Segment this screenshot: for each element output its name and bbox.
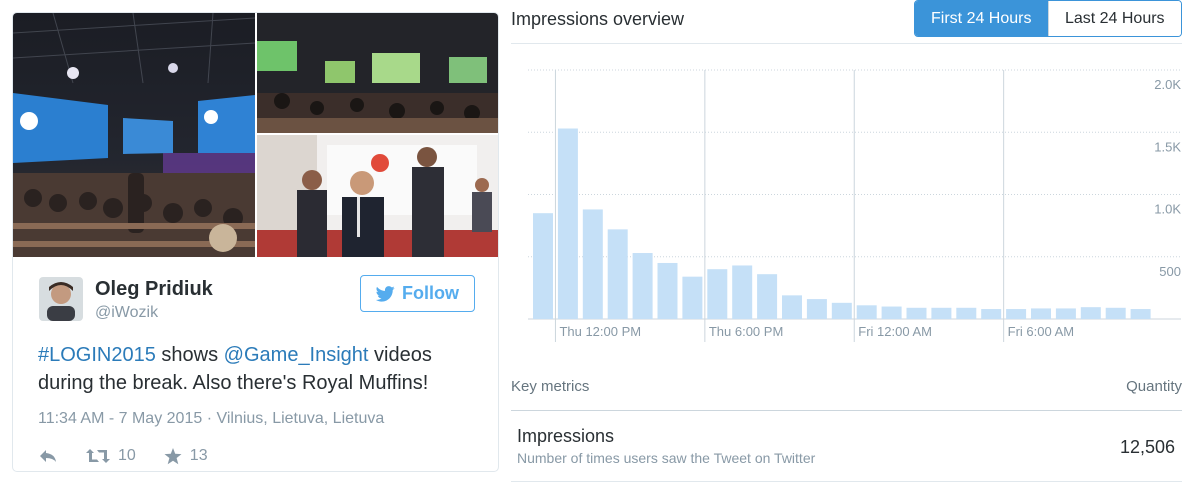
x-tick-label: Thu 12:00 PM (559, 324, 641, 339)
tweet-text: #LOGIN2015 shows @Game_Insight videos du… (38, 341, 478, 397)
photo-grid (13, 13, 498, 257)
impressions-bar (856, 305, 877, 319)
impressions-bar (881, 306, 902, 319)
impressions-bar (632, 253, 653, 319)
impressions-bar (732, 265, 753, 319)
retweet-icon (86, 449, 110, 463)
tweet-timestamp-location[interactable]: 11:34 AM - 7 May 2015 · Vilnius, Lietuva… (38, 410, 384, 428)
metric-impressions-value: 12,506 (1119, 437, 1175, 457)
user-handle[interactable]: @iWozik (95, 304, 158, 322)
impressions-bar (707, 269, 728, 319)
impressions-bar (1105, 307, 1126, 319)
x-tick-label: Fri 6:00 AM (1008, 324, 1074, 339)
impressions-bar (1006, 309, 1027, 319)
impressions-bar (582, 209, 603, 319)
key-metrics-label: Key metrics (511, 378, 590, 395)
impressions-bar (981, 309, 1002, 319)
metric-impressions-description: Number of times users saw the Tweet on T… (517, 450, 816, 466)
quantity-label: Quantity (1126, 378, 1182, 395)
user-avatar[interactable] (39, 277, 83, 321)
follow-label: Follow (402, 283, 459, 303)
time-range-toggle: First 24 Hours Last 24 Hours (914, 0, 1182, 37)
reply-button[interactable] (38, 448, 58, 464)
twitter-bird-icon (376, 285, 395, 302)
tweet-actions: 10 13 (38, 445, 236, 467)
tweet-card: Oleg Pridiuk @iWozik Follow #LOGIN2015 s… (12, 12, 499, 472)
screens-photo[interactable] (257, 13, 498, 133)
conference-hall-photo[interactable] (13, 13, 255, 257)
impressions-bar (806, 299, 827, 319)
impressions-bar (1130, 309, 1151, 319)
hashtag-link[interactable]: #LOGIN2015 (38, 344, 156, 366)
impressions-bar (533, 213, 553, 319)
tweet-text-part: shows (155, 344, 224, 366)
follow-button[interactable]: Follow (360, 275, 475, 312)
impressions-bar (607, 229, 628, 319)
y-tick-label: 2.0K (1154, 77, 1181, 92)
attendees-photo[interactable] (257, 135, 498, 257)
impressions-bar (931, 307, 952, 319)
impressions-overview-title: Impressions overview (511, 9, 685, 29)
retweet-button[interactable]: 10 (86, 447, 136, 465)
impressions-bar (1055, 308, 1076, 319)
impressions-bar (1080, 307, 1101, 319)
metrics-header: Key metrics Quantity (511, 378, 1182, 395)
star-icon (164, 447, 182, 464)
title-divider (511, 43, 1182, 44)
impressions-bar (1031, 308, 1051, 319)
metrics-divider (511, 410, 1182, 411)
impressions-bar (757, 274, 778, 319)
tweet-body: Oleg Pridiuk @iWozik Follow #LOGIN2015 s… (13, 257, 498, 471)
impressions-bar (906, 307, 927, 319)
y-tick-label: 500 (1159, 264, 1181, 279)
impressions-bar (682, 276, 703, 319)
mention-link[interactable]: @Game_Insight (224, 344, 369, 366)
last-24-hours-button[interactable]: Last 24 Hours (1047, 1, 1181, 36)
impressions-bar (956, 307, 977, 319)
x-tick-label: Fri 12:00 AM (858, 324, 932, 339)
impressions-bar (831, 302, 852, 319)
y-tick-label: 1.0K (1154, 202, 1181, 217)
impressions-bar (657, 262, 678, 319)
user-display-name[interactable]: Oleg Pridiuk (95, 278, 213, 301)
x-tick-label: Thu 6:00 PM (709, 324, 783, 339)
reply-icon (40, 450, 56, 462)
impressions-chart: 500 1.0K 1.5K 2.0K Thu 12:00 PM Thu 6:00 PM Fr… (511, 55, 1191, 350)
favorite-count: 13 (189, 447, 208, 464)
metrics-bottom-divider (511, 481, 1182, 482)
y-tick-label: 1.5K (1154, 139, 1181, 154)
first-24-hours-button[interactable]: First 24 Hours (915, 1, 1048, 36)
impressions-bar (557, 128, 578, 319)
impressions-chart-svg: 500 1.0K 1.5K 2.0K Thu 12:00 PM Thu 6:00 PM Fr… (528, 69, 1181, 342)
impressions-bar (782, 295, 802, 319)
favorite-button[interactable]: 13 (164, 447, 208, 465)
retweet-count: 10 (118, 447, 136, 464)
metric-impressions-name: Impressions (517, 426, 615, 446)
